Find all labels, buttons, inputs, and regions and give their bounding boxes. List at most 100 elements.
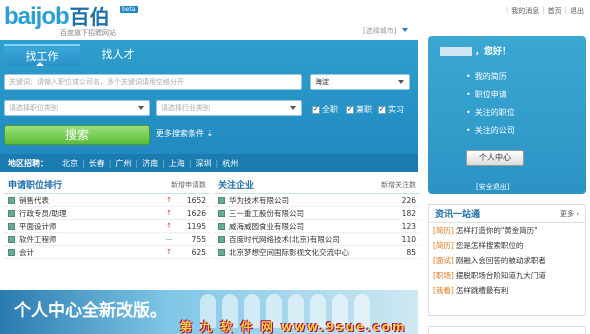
intern-label: 实习 — [388, 105, 404, 114]
job-name: 销售代表 — [19, 195, 49, 205]
fulltime-checkbox[interactable]: ✓ 全职 — [312, 104, 338, 115]
logo-text-cn: 百伯 — [69, 5, 110, 29]
list-item[interactable]: [简历] 怎样打造你的"黄金简历" — [429, 223, 585, 238]
more-conditions-label: 更多搜索条件 — [156, 129, 204, 138]
followed-jobs-link[interactable]: 关注的职位 — [466, 104, 515, 122]
table-row[interactable]: 百度时代网络技术(北京)有限公司 110 — [214, 233, 420, 246]
arrow-up-icon: ↑ — [166, 196, 172, 204]
companies-title: 关注企业 — [218, 181, 255, 191]
region-city[interactable]: 济南 — [142, 158, 158, 169]
job-category-select[interactable]: 请选择职位类别 — [4, 100, 150, 116]
company-count: 182 — [401, 208, 416, 218]
info-text: 怎样跳槽最有利 — [455, 286, 509, 295]
parttime-label: 兼职 — [356, 105, 372, 114]
job-applications-link[interactable]: 职位申请 — [466, 86, 515, 104]
user-panel: ，您好！ 我的简历 职位申请 关注的职位 关注的公司 个人中心 [安全退出] — [428, 36, 586, 194]
region-city[interactable]: 长春 — [89, 158, 105, 169]
job-count: 1652 — [186, 195, 206, 205]
search-tabs: 找工作 找人才 — [4, 44, 156, 66]
watermark: 第 九 软 件 网 www.9sue.com — [180, 320, 407, 334]
region-city[interactable]: 上海 — [169, 158, 185, 169]
arrow-up-icon: ↑ — [166, 248, 172, 256]
company-count: 123 — [401, 221, 416, 231]
company-name: 北京梦想空间国际影视文化交流中心 — [229, 247, 349, 257]
chevron-down-icon: ⇣ — [206, 129, 214, 138]
info-more-link[interactable]: 更多 › — [560, 209, 579, 219]
company-name: 三一重工股份有限公司 — [229, 208, 304, 218]
chevron-down-icon[interactable] — [402, 28, 408, 32]
more-conditions-link[interactable]: 更多搜索条件 ⇣ — [156, 128, 213, 139]
info-text: 怎样打造你的"黄金简历" — [455, 226, 538, 235]
region-city[interactable]: 北京 — [62, 158, 78, 169]
company-icon — [218, 222, 225, 230]
region-city[interactable]: 广州 — [115, 158, 131, 169]
job-icon — [8, 209, 15, 217]
my-messages-link[interactable]: 我的消息 — [511, 6, 539, 16]
arrow-down-icon: — — [165, 235, 173, 243]
table-row[interactable]: 销售代表 ↑ 1652 — [4, 194, 210, 207]
list-item[interactable]: [面试] 刚融入会回答的被动求职者 — [429, 253, 585, 268]
info-panel: 资讯一站通 更多 › [简历] 怎样打造你的"黄金简历" [简历] 您是怎样搜索职位的… — [428, 204, 586, 316]
info-text: 刚融入会回答的被动求职者 — [455, 256, 546, 265]
list-item[interactable]: [简历] 您是怎样搜索职位的 — [429, 238, 585, 253]
company-count: 110 — [401, 234, 416, 244]
user-name-redacted — [440, 47, 472, 56]
my-resume-link[interactable]: 我的简历 — [466, 68, 515, 86]
job-count: 625 — [191, 247, 206, 257]
job-icon — [8, 235, 15, 243]
logo-text-en: baijob — [4, 3, 70, 30]
industry-placeholder: 请选择行业类别 — [161, 104, 210, 112]
chevron-down-icon — [138, 106, 144, 110]
job-category-placeholder: 请选择职位类别 — [9, 104, 58, 112]
table-row[interactable]: 软件工程师 — 755 — [4, 233, 210, 246]
job-ranking-header: 申请职位排行 新增申请数 — [4, 176, 210, 194]
job-name: 会计 — [19, 247, 34, 257]
company-count: 85 — [406, 247, 416, 257]
companies-header: 关注企业 新增关注数 — [214, 176, 420, 194]
chevron-right-icon: › — [576, 209, 579, 218]
table-row[interactable]: 华为技术有限公司 226 — [214, 194, 420, 207]
parttime-checkbox[interactable]: ✓ 兼职 — [346, 104, 372, 115]
industry-select[interactable]: 请选择行业类别 — [156, 100, 302, 116]
arrow-up-icon: ↑ — [166, 222, 172, 230]
job-ranking-panel: 申请职位排行 新增申请数 销售代表 ↑ 1652 行政专员/助理 ↑ 1626 平面设计师 ↑… — [4, 176, 210, 286]
company-name: 华为技术有限公司 — [229, 195, 289, 205]
job-count: 755 — [191, 234, 206, 244]
tab-find-talent[interactable]: 找人才 — [80, 44, 156, 66]
fulltime-label: 全职 — [322, 105, 338, 114]
job-name: 行政专员/助理 — [19, 208, 67, 218]
check-icon: ✓ — [312, 105, 320, 114]
logout-link[interactable]: 退出 — [570, 6, 584, 16]
list-item[interactable]: [我看] 怎样跳槽最有利 — [429, 283, 585, 298]
chevron-down-icon — [398, 80, 404, 84]
job-icon — [8, 196, 15, 204]
keyword-input[interactable]: 关键词：请输入职位或公司名，多个关键词请用空格分开 — [4, 74, 302, 90]
region-city[interactable]: 杭州 — [222, 158, 238, 169]
user-center-button[interactable]: 个人中心 — [466, 150, 524, 166]
job-name: 软件工程师 — [19, 234, 57, 244]
followed-companies-link[interactable]: 关注的公司 — [466, 122, 515, 140]
intern-checkbox[interactable]: ✓ 实习 — [378, 104, 404, 115]
table-row[interactable]: 平面设计师 ↑ 1195 — [4, 220, 210, 233]
table-row[interactable]: 行政专员/助理 ↑ 1626 — [4, 207, 210, 220]
panel-bottom-edge — [428, 326, 586, 334]
job-count: 1626 — [186, 208, 206, 218]
region-city[interactable]: 深圳 — [196, 158, 212, 169]
job-count: 1195 — [186, 221, 206, 231]
info-title: 资讯一站通 — [435, 210, 481, 220]
company-icon — [218, 235, 225, 243]
table-row[interactable]: 三一重工股份有限公司 182 — [214, 207, 420, 220]
location-select[interactable]: 海淀 — [310, 74, 410, 90]
info-tag: [职场] — [433, 271, 454, 280]
safe-logout-link[interactable]: [安全退出] — [476, 182, 509, 192]
city-select[interactable]: [选择城市] — [363, 26, 396, 36]
home-link[interactable]: 首页 — [548, 6, 562, 16]
table-row[interactable]: 威海威园食业有限公司 123 — [214, 220, 420, 233]
search-button[interactable]: 搜索 — [4, 125, 150, 145]
active-tab-marker — [36, 62, 44, 66]
list-item[interactable]: [职场] 摆脱职场台阶知道九大门道 — [429, 268, 585, 283]
table-row[interactable]: 北京梦想空间国际影视文化交流中心 85 — [214, 246, 420, 259]
company-count: 226 — [401, 195, 416, 205]
table-row[interactable]: 会计 ↑ 625 — [4, 246, 210, 259]
greeting-text: ，您好！ — [475, 47, 512, 57]
